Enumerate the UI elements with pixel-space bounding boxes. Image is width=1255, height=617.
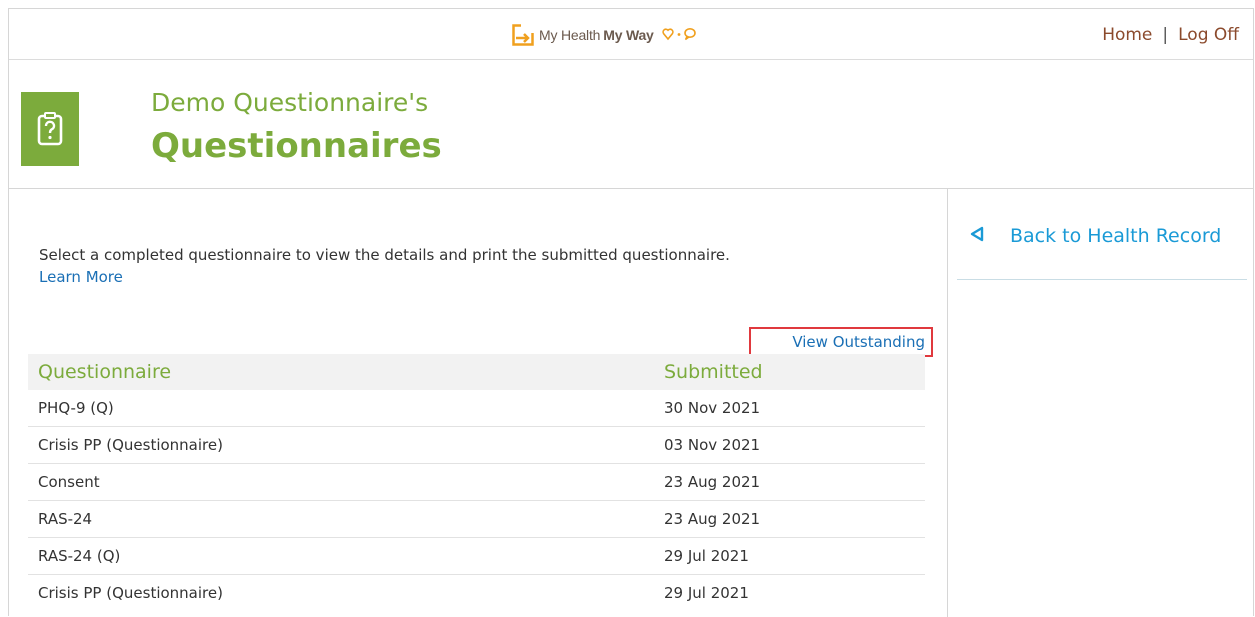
page-title: Questionnaires [151, 126, 442, 166]
column-header-submitted: Submitted [664, 361, 763, 383]
top-links: Home | Log Off [1102, 25, 1239, 45]
main-content: Select a completed questionnaire to view… [9, 189, 948, 617]
heart-dot-chat-icon [661, 26, 698, 45]
page-frame: My Health My Way Home | Log Off Demo Que… [8, 8, 1255, 617]
table-row[interactable]: Consent 23 Aug 2021 [28, 464, 925, 501]
side-panel: Back to Health Record [948, 189, 1255, 617]
questionnaire-name[interactable]: Consent [28, 473, 664, 491]
back-to-health-record-link[interactable]: Back to Health Record [970, 225, 1221, 247]
table-row[interactable]: Crisis PP (Questionnaire) 03 Nov 2021 [28, 427, 925, 464]
home-link[interactable]: Home [1102, 25, 1152, 45]
questionnaire-name[interactable]: RAS-24 (Q) [28, 547, 664, 565]
table-row[interactable]: RAS-24 (Q) 29 Jul 2021 [28, 538, 925, 575]
table-row[interactable]: Crisis PP (Questionnaire) 29 Jul 2021 [28, 575, 925, 611]
submitted-date: 29 Jul 2021 [664, 547, 749, 565]
learn-more-link[interactable]: Learn More [39, 266, 730, 288]
logo-text-bold: My Way [603, 27, 654, 43]
view-outstanding-link[interactable]: View Outstanding [749, 327, 933, 357]
page-header: Demo Questionnaire's Questionnaires [9, 60, 1253, 189]
logo-text-prefix: My Health [539, 27, 601, 43]
table-row[interactable]: PHQ-9 (Q) 30 Nov 2021 [28, 390, 925, 427]
questionnaire-table: Questionnaire Submitted PHQ-9 (Q) 30 Nov… [28, 354, 925, 611]
intro-text: Select a completed questionnaire to view… [39, 246, 730, 264]
triangle-left-icon [970, 225, 984, 247]
questionnaire-name[interactable]: Crisis PP (Questionnaire) [28, 436, 664, 454]
questionnaire-name[interactable]: Crisis PP (Questionnaire) [28, 584, 664, 602]
submitted-date: 23 Aug 2021 [664, 473, 761, 491]
table-header: Questionnaire Submitted [28, 354, 925, 390]
table-row[interactable]: RAS-24 23 Aug 2021 [28, 501, 925, 538]
link-separator: | [1162, 25, 1169, 45]
divider [957, 279, 1247, 280]
submitted-date: 23 Aug 2021 [664, 510, 761, 528]
page-subtitle: Demo Questionnaire's [151, 88, 429, 117]
questionnaire-name[interactable]: RAS-24 [28, 510, 664, 528]
logo-arrow-icon [512, 24, 535, 46]
column-header-questionnaire: Questionnaire [38, 361, 172, 383]
questionnaire-name[interactable]: PHQ-9 (Q) [28, 399, 664, 417]
submitted-date: 29 Jul 2021 [664, 584, 749, 602]
back-label: Back to Health Record [1010, 225, 1222, 247]
app-logo[interactable]: My Health My Way [512, 21, 698, 49]
intro-text-block: Select a completed questionnaire to view… [39, 244, 730, 288]
submitted-date: 30 Nov 2021 [664, 399, 761, 417]
logoff-link[interactable]: Log Off [1178, 25, 1239, 45]
top-bar: My Health My Way Home | Log Off [9, 9, 1253, 60]
clipboard-question-icon [21, 92, 79, 166]
submitted-date: 03 Nov 2021 [664, 436, 761, 454]
